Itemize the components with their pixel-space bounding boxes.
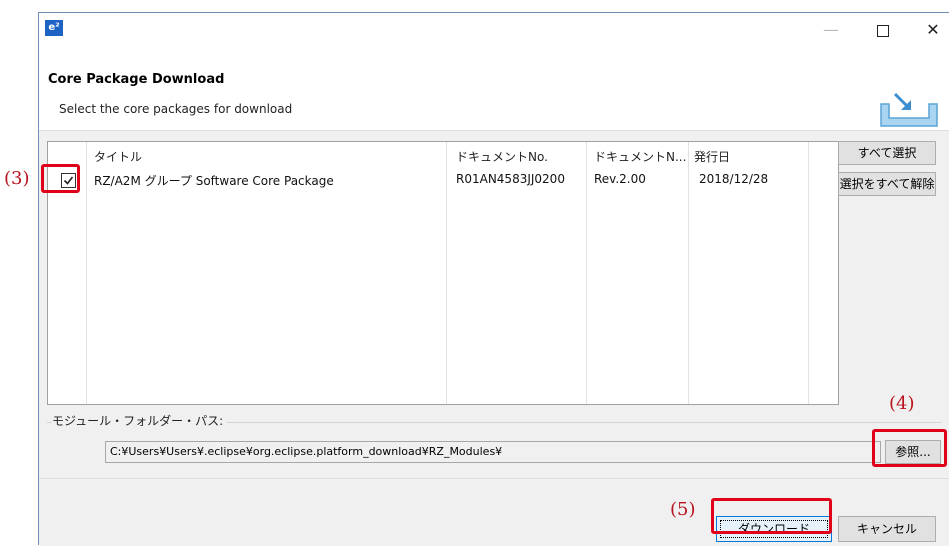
annotation-box-download <box>711 498 832 534</box>
package-title: RZ/A2M グループ Software Core Package <box>94 174 334 188</box>
title-bar: e² — ✕ <box>39 13 949 46</box>
dialog-subtitle: Select the core packages for download <box>59 102 293 116</box>
table-row[interactable]: RZ/A2M グループ Software Core Package R01AN4… <box>48 168 838 192</box>
package-doc-no: R01AN4583JJ0200 <box>456 172 565 186</box>
module-folder-group: モジュール・フォルダー・パス: C:¥Users¥Users¥.eclipse¥… <box>47 409 942 487</box>
package-date: 2018/12/28 <box>699 172 769 186</box>
cancel-button[interactable]: キャンセル <box>838 516 936 542</box>
close-button[interactable]: ✕ <box>911 13 949 46</box>
column-header-date[interactable]: 発行日 <box>694 148 730 165</box>
minimize-button[interactable]: — <box>809 13 853 46</box>
maximize-button[interactable] <box>861 13 905 46</box>
maximize-icon <box>877 24 889 37</box>
deselect-all-button[interactable]: 選択をすべて解除 <box>838 172 936 196</box>
download-tray-icon <box>880 92 938 127</box>
dialog-title: Core Package Download <box>48 72 225 87</box>
core-package-table: タイトル ドキュメントNo. ドキュメントN... 発行日 RZ/A2M グルー… <box>47 141 839 405</box>
e2-studio-app-icon: e² <box>45 20 63 36</box>
column-header-title[interactable]: タイトル <box>94 148 142 165</box>
package-doc-rev: Rev.2.00 <box>594 172 646 186</box>
select-all-button[interactable]: すべて選択 <box>838 141 936 165</box>
dialog-header: Core Package Download Select the core pa… <box>39 46 949 130</box>
module-folder-path-field[interactable]: C:¥Users¥Users¥.eclipse¥org.eclipse.plat… <box>105 441 881 463</box>
dialog-body: タイトル ドキュメントNo. ドキュメントN... 発行日 RZ/A2M グルー… <box>39 130 949 546</box>
annotation-label-5: (5) <box>670 499 696 520</box>
column-header-doc-rev[interactable]: ドキュメントN... <box>594 148 686 165</box>
column-header-doc-no[interactable]: ドキュメントNo. <box>456 148 548 165</box>
table-header: タイトル ドキュメントNo. ドキュメントN... 発行日 <box>48 142 838 168</box>
annotation-box-browse <box>872 429 947 467</box>
footer-divider <box>39 478 949 479</box>
module-folder-label: モジュール・フォルダー・パス: <box>52 412 228 429</box>
core-package-download-dialog: e² — ✕ Core Package Download Select the … <box>38 12 949 546</box>
annotation-label-4: (4) <box>889 393 915 414</box>
annotation-label-3: (3) <box>4 168 30 189</box>
annotation-box-checkbox <box>41 164 80 193</box>
